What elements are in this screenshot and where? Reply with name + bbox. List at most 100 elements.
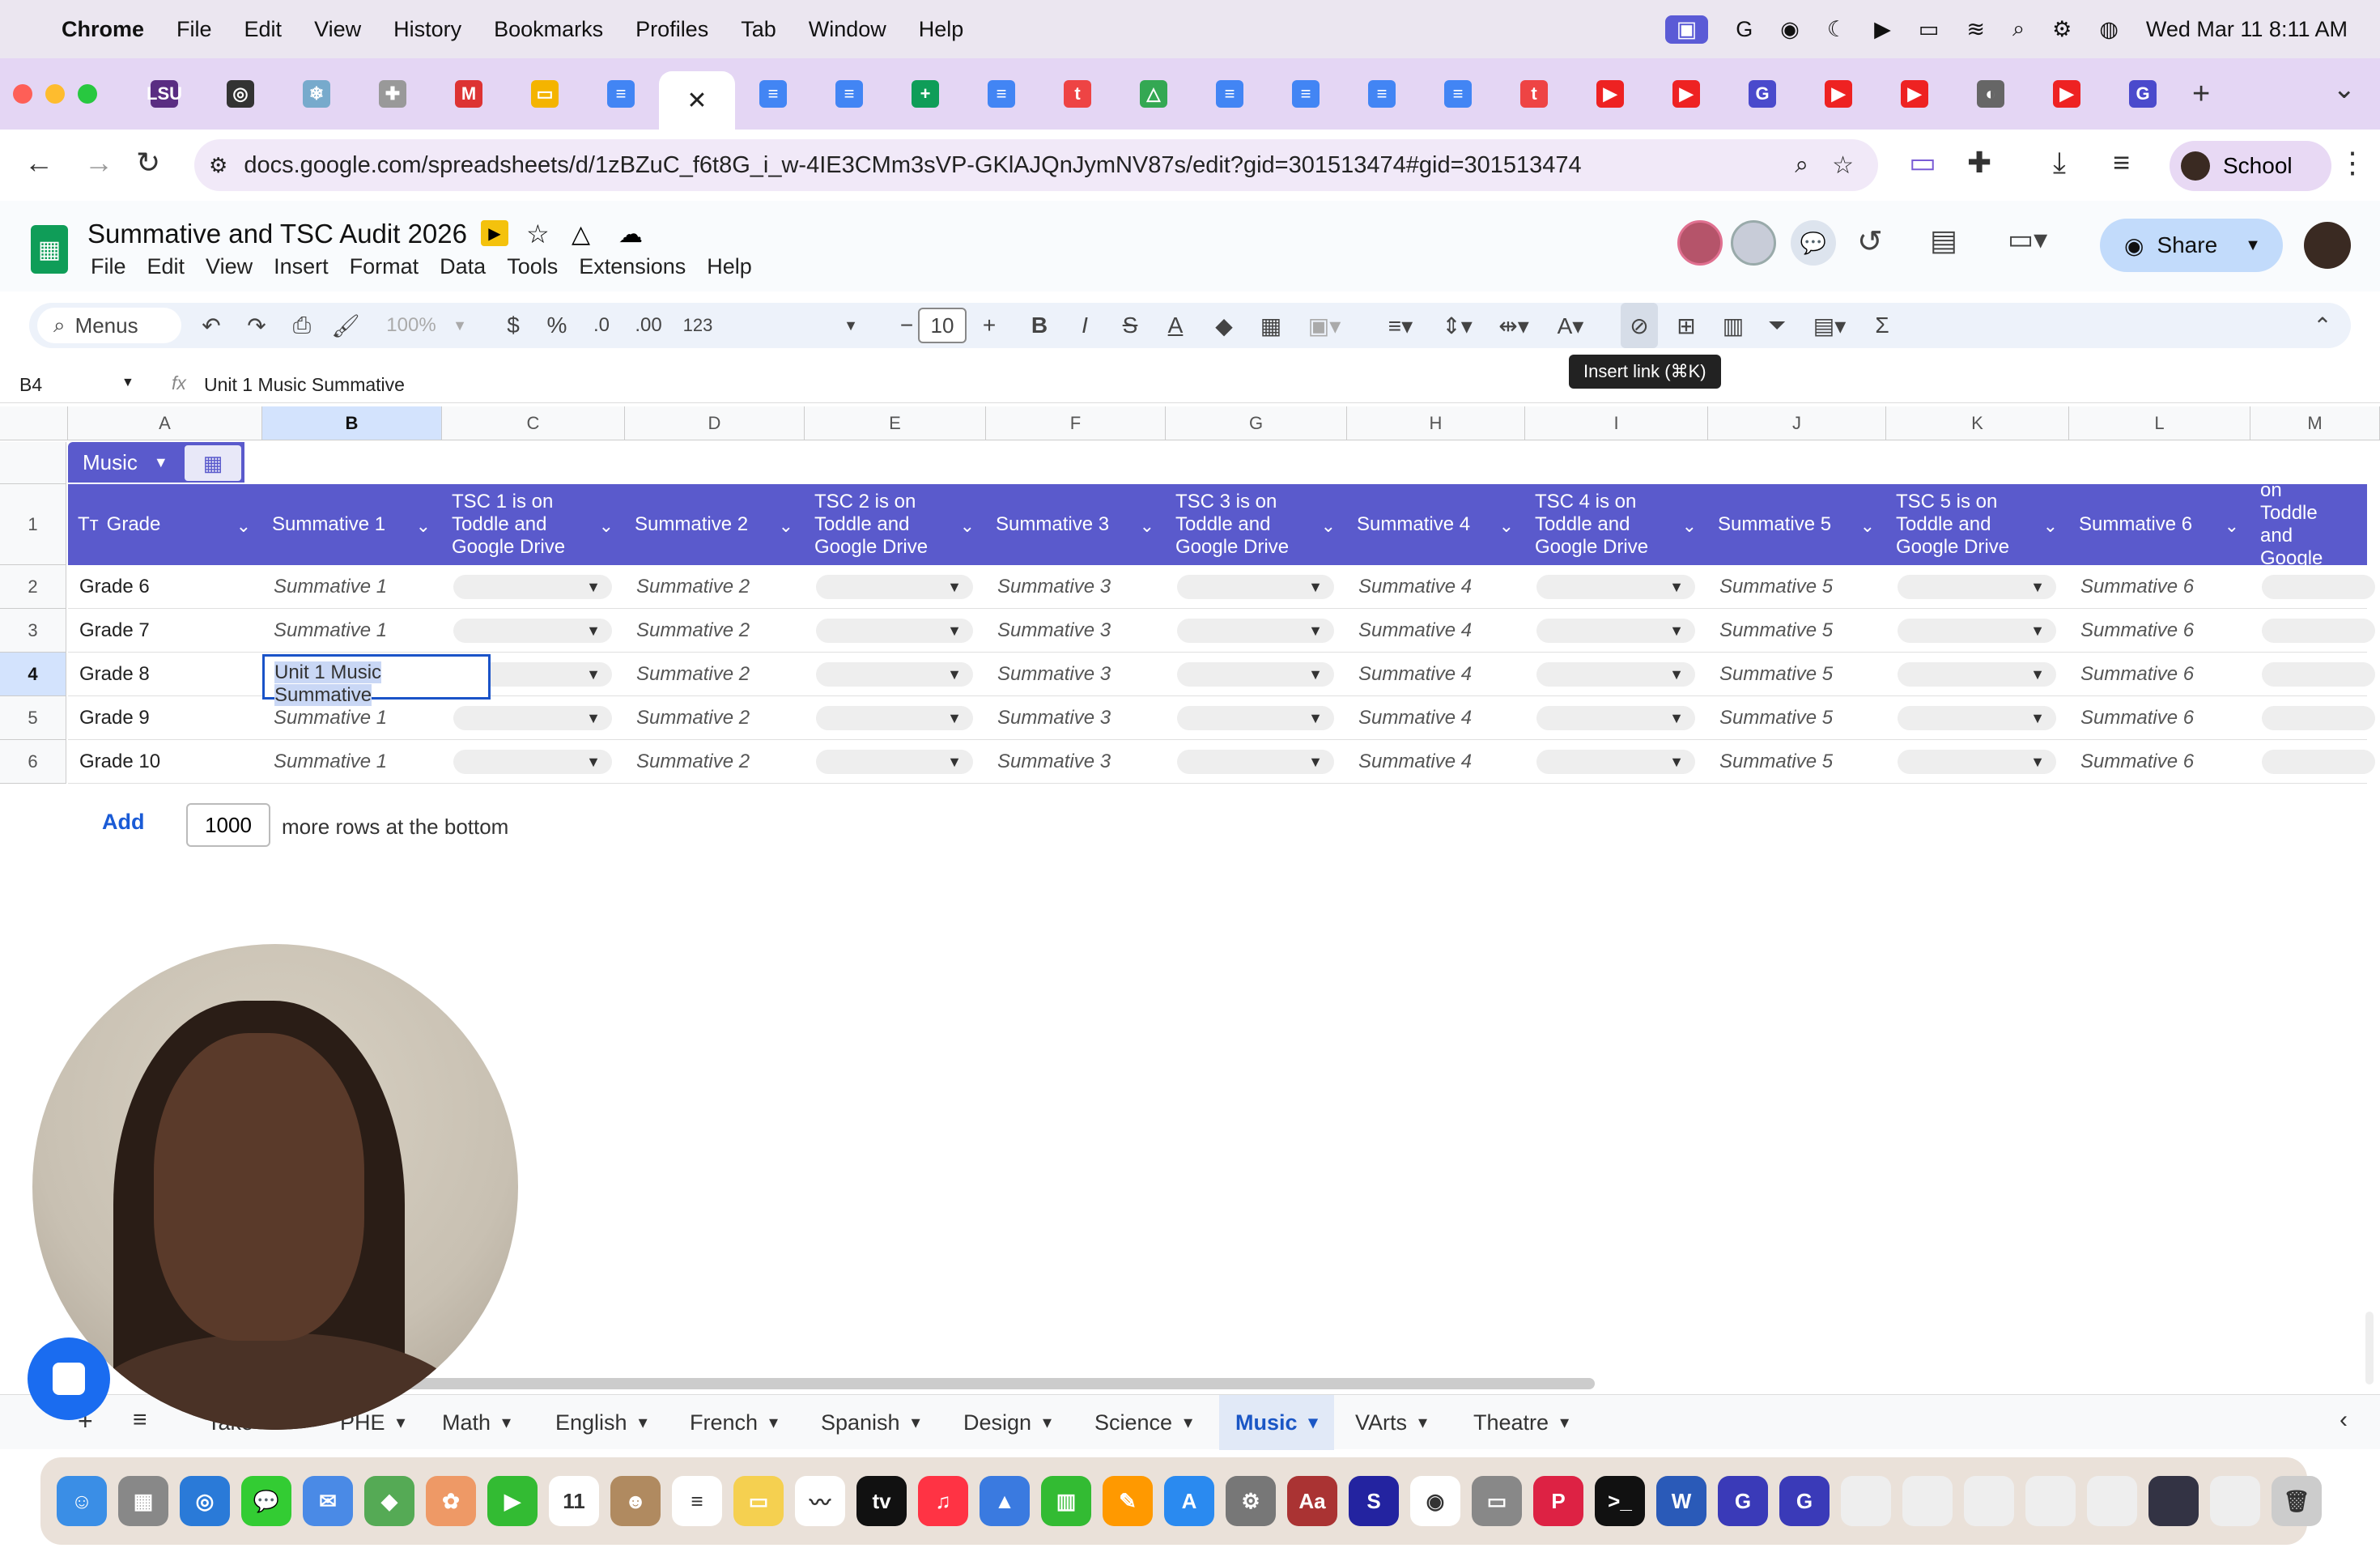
column-header-l[interactable]: L: [2069, 406, 2250, 440]
sheets-logo-icon[interactable]: ▦: [31, 225, 68, 274]
record-icon[interactable]: ◉: [1780, 17, 1800, 42]
chevron-down-icon[interactable]: ▼: [2245, 236, 2261, 255]
wifi-icon[interactable]: ≋: [1966, 17, 1985, 42]
status-dropdown[interactable]: ▼: [816, 619, 973, 643]
table-header-cell[interactable]: Summative 3 ⌄: [986, 484, 1166, 565]
column-header-c[interactable]: C: [442, 406, 625, 440]
summative-cell[interactable]: Summative 6: [2069, 740, 2250, 784]
cast-icon[interactable]: ▭: [1909, 146, 1936, 180]
menu-history[interactable]: History: [393, 17, 461, 42]
browser-tab[interactable]: ▶: [1800, 70, 1876, 117]
extensions-icon[interactable]: ✚: [1967, 146, 1991, 180]
chevron-down-icon[interactable]: ⌄: [960, 515, 975, 538]
strikethrough-icon[interactable]: S: [1114, 303, 1146, 348]
redo-icon[interactable]: ↷: [236, 303, 277, 348]
browser-tab[interactable]: ✚: [355, 70, 431, 117]
insert-comment-icon[interactable]: ⊞: [1668, 303, 1705, 348]
sheet-tab-spanish[interactable]: Spanish ▾: [821, 1395, 920, 1450]
chevron-down-icon[interactable]: ⌄: [1499, 515, 1514, 538]
insert-chart-icon[interactable]: ▥: [1715, 303, 1752, 348]
status-dropdown[interactable]: ▼: [1898, 662, 2056, 687]
column-header-m[interactable]: M: [2250, 406, 2380, 440]
messages-icon[interactable]: 💬: [241, 1476, 291, 1526]
status-dropdown[interactable]: ▼: [1898, 706, 2056, 730]
summative-cell[interactable]: Summative 1: [262, 609, 442, 653]
mail-icon[interactable]: ✉: [303, 1476, 353, 1526]
chevron-down-icon[interactable]: ▾: [912, 1412, 920, 1433]
status-dropdown[interactable]: ▼: [453, 706, 612, 730]
table-header-cell[interactable]: TSC 1 is on Toddle and Google Drive ⌄: [442, 484, 625, 565]
status-dropdown[interactable]: [2262, 706, 2375, 730]
browser-tab[interactable]: ▶: [1572, 70, 1648, 117]
status-dropdown[interactable]: ▼: [1177, 662, 1334, 687]
collaborator-avatar[interactable]: [1731, 220, 1776, 266]
browser-tab[interactable]: ≡: [1344, 70, 1420, 117]
browser-tab[interactable]: ≡: [735, 70, 811, 117]
tab-search-icon[interactable]: ⌄: [2333, 73, 2357, 105]
collaborator-avatar[interactable]: [1677, 220, 1723, 266]
status-dropdown[interactable]: ▼: [1177, 750, 1334, 774]
chevron-down-icon[interactable]: ▾: [502, 1412, 511, 1433]
merge-cells-icon[interactable]: ▣▾: [1300, 303, 1349, 348]
menu-edit[interactable]: Edit: [244, 17, 283, 42]
status-dropdown[interactable]: ▼: [816, 575, 973, 599]
browser-tab[interactable]: t: [1039, 70, 1116, 117]
notes-icon[interactable]: ▭: [733, 1476, 784, 1526]
status-dropdown[interactable]: ▼: [1536, 619, 1695, 643]
recording-stop-button[interactable]: [28, 1337, 110, 1420]
table-header-cell[interactable]: TSC 4 is on Toddle and Google Drive ⌄: [1525, 484, 1708, 565]
row-header-5[interactable]: 5: [0, 696, 66, 740]
trash-icon[interactable]: 🗑: [2272, 1476, 2322, 1526]
browser-tab[interactable]: ≡: [1420, 70, 1496, 117]
add-rows-button[interactable]: Add: [102, 810, 144, 835]
summative-cell[interactable]: Summative 2: [625, 609, 805, 653]
doc-thumb-icon[interactable]: [1964, 1476, 2014, 1526]
moon-icon[interactable]: ☾: [1827, 17, 1847, 42]
summative-cell[interactable]: Summative 6: [2069, 696, 2250, 740]
status-dropdown[interactable]: ▼: [816, 706, 973, 730]
select-all-corner[interactable]: [0, 406, 68, 440]
doc-menu-file[interactable]: File: [91, 254, 126, 279]
chevron-down-icon[interactable]: ⌄: [599, 515, 614, 538]
insert-link-icon[interactable]: ⊘: [1621, 303, 1658, 348]
summative-cell[interactable]: Summative 5: [1708, 653, 1886, 696]
chevron-down-icon[interactable]: ▾: [1309, 1412, 1318, 1433]
settings-icon[interactable]: ⚙: [1226, 1476, 1276, 1526]
doc-thumb-icon[interactable]: [1902, 1476, 1953, 1526]
table-view-icon[interactable]: ▤▾: [1805, 303, 1854, 348]
summative-cell[interactable]: Summative 4: [1347, 565, 1525, 609]
forward-icon[interactable]: →: [84, 146, 113, 180]
browser-tab[interactable]: G: [2105, 70, 2181, 117]
summative-cell[interactable]: Summative 5: [1708, 565, 1886, 609]
chevron-down-icon[interactable]: ▾: [769, 1412, 778, 1433]
browser-tab-active[interactable]: ✕: [659, 71, 735, 130]
column-header-b[interactable]: B: [262, 406, 442, 440]
table-header-cell[interactable]: Summative 4 ⌄: [1347, 484, 1525, 565]
borders-icon[interactable]: ▦: [1255, 303, 1287, 348]
table-header-cell[interactable]: Summative 5 ⌄: [1708, 484, 1886, 565]
font-size-input[interactable]: 10: [918, 308, 967, 343]
terminal-icon[interactable]: >_: [1595, 1476, 1645, 1526]
chevron-down-icon[interactable]: ▼: [154, 454, 168, 471]
launchpad-icon[interactable]: ▦: [118, 1476, 168, 1526]
undo-icon[interactable]: ↶: [191, 303, 232, 348]
doc-thumb-icon[interactable]: [2210, 1476, 2260, 1526]
freeform-icon[interactable]: 〰: [795, 1476, 845, 1526]
table-header-cell[interactable]: TSC 3 is on Toddle and Google Drive ⌄: [1166, 484, 1347, 565]
status-dropdown[interactable]: ▼: [453, 750, 612, 774]
row-header-2[interactable]: 2: [0, 565, 66, 609]
app-menu[interactable]: Chrome: [62, 17, 144, 42]
search-icon[interactable]: ⌕: [2012, 16, 2025, 42]
grammarly-icon[interactable]: G: [1718, 1476, 1768, 1526]
share-button[interactable]: ◉ Share ▼: [2100, 219, 2283, 272]
doc-menu-extensions[interactable]: Extensions: [579, 254, 686, 279]
functions-icon[interactable]: Σ: [1864, 303, 1901, 348]
sheet-tab-varts[interactable]: VArts ▾: [1355, 1395, 1427, 1450]
doc-title[interactable]: Summative and TSC Audit 2026: [87, 219, 467, 249]
summative-cell[interactable]: Summative 4: [1347, 609, 1525, 653]
scroll-tabs-icon[interactable]: ‹: [2340, 1406, 2348, 1434]
safari-icon[interactable]: ◎: [180, 1476, 230, 1526]
increase-font-icon[interactable]: +: [973, 303, 1005, 348]
name-box[interactable]: B4: [19, 374, 42, 396]
address-bar[interactable]: ⚙ docs.google.com/spreadsheets/d/1zBZuC_…: [194, 139, 1878, 191]
